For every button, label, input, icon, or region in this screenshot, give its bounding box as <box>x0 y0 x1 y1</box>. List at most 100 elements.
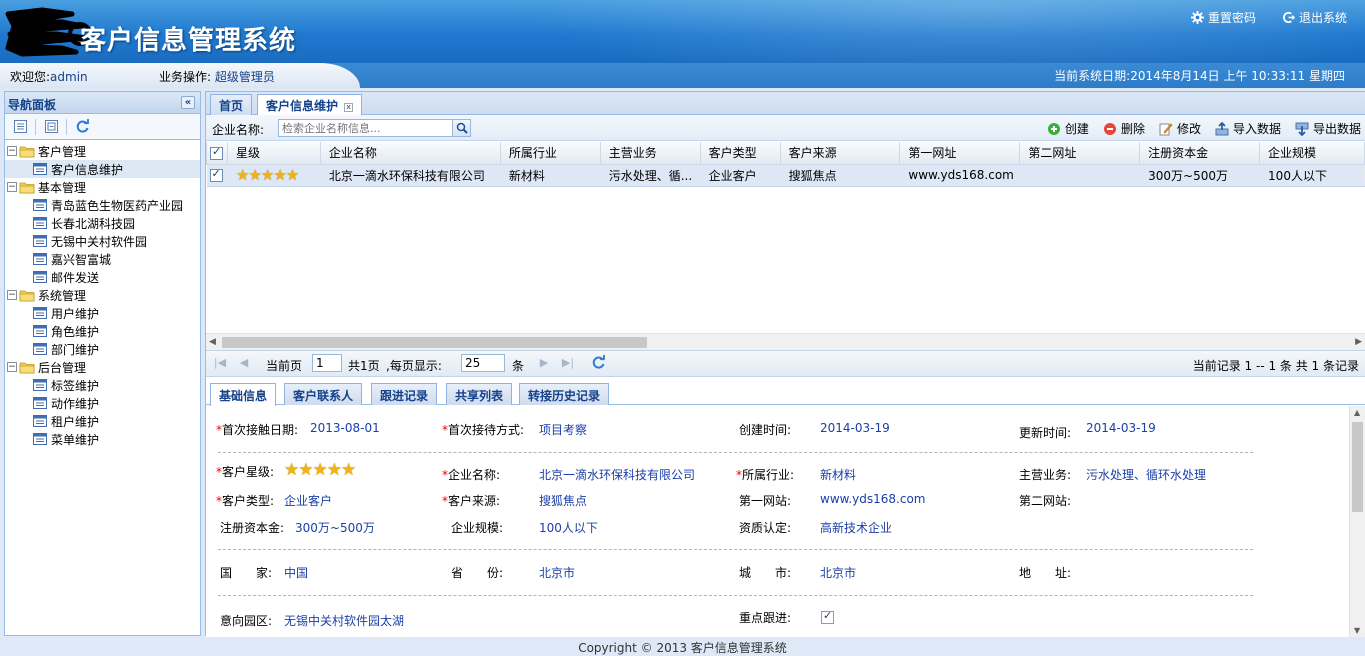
table-row[interactable]: ★★★★★ 北京一滴水环保科技有限公司 新材料 污水处理、循... 企业客户 搜… <box>206 164 1365 187</box>
row-checkbox[interactable] <box>206 164 228 187</box>
last-page-icon[interactable]: ▶| <box>560 356 576 372</box>
previous-page-icon[interactable]: ◀ <box>236 356 252 372</box>
sidebar-item-label: 嘉兴智富城 <box>51 252 112 267</box>
collapse-toggle-icon[interactable]: − <box>7 182 17 192</box>
sidebar-item-label: 青岛蓝色生物医药产业园 <box>51 198 184 213</box>
sidebar-item[interactable]: 动作维护 <box>5 394 200 412</box>
tab-transfer-history[interactable]: 转接历史记录 <box>519 383 610 405</box>
page-icon <box>33 253 47 265</box>
refresh-tree-icon[interactable] <box>73 118 91 136</box>
column-header-url2[interactable]: 第二网址 <box>1019 142 1141 165</box>
customer-type-label: *客户类型: <box>216 494 275 508</box>
column-header-industry[interactable]: 所属行业 <box>499 142 601 165</box>
province-value: 北京市 <box>539 566 576 580</box>
reset-password-button[interactable]: 重置密码 <box>1190 9 1256 26</box>
column-header-company[interactable]: 企业名称 <box>319 142 501 165</box>
sidebar-item[interactable]: 客户信息维护 <box>5 160 200 178</box>
tab-customer-info[interactable]: 客户信息维护 x <box>257 94 363 116</box>
sidebar-item[interactable]: 长春北湖科技园 <box>5 214 200 232</box>
navigation-panel: 导航面板 « − 客户管理 客户信息维护 − 基本管理 青岛蓝色生物医药产业园 长春北湖科技… <box>4 91 201 636</box>
column-header-rating[interactable]: 星级 <box>226 142 321 165</box>
tab-basic-info[interactable]: 基础信息 <box>210 383 277 406</box>
tree-toolbar <box>5 114 200 140</box>
tab-home[interactable]: 首页 <box>210 94 253 115</box>
welcome-text: 欢迎您:admin <box>10 70 88 84</box>
current-page-label: 当前页 <box>266 359 303 373</box>
collapse-toggle-icon[interactable]: − <box>7 362 17 372</box>
park-label: 意向园区: <box>220 614 273 628</box>
sidebar-item[interactable]: 青岛蓝色生物医药产业园 <box>5 196 200 214</box>
import-button[interactable]: 导入数据 <box>1215 120 1281 137</box>
edit-button[interactable]: 修改 <box>1159 120 1201 137</box>
collapse-toggle-icon[interactable]: − <box>7 290 17 300</box>
tab-follow-up[interactable]: 跟进记录 <box>371 383 438 405</box>
tab-contacts[interactable]: 客户联系人 <box>284 383 363 405</box>
sidebar-item[interactable]: 菜单维护 <box>5 430 200 448</box>
logout-button[interactable]: 退出系统 <box>1282 9 1347 26</box>
record-summary: 当前记录 1 -- 1 条 共 1 条记录 <box>1192 359 1359 373</box>
delete-button[interactable]: 删除 <box>1103 120 1145 137</box>
scroll-down-icon[interactable]: ▼ <box>1354 626 1360 635</box>
collapse-toggle-icon[interactable]: − <box>7 146 17 156</box>
sidebar-item[interactable]: 用户维护 <box>5 304 200 322</box>
username: admin <box>50 70 88 84</box>
company-name-value: 北京一滴水环保科技有限公司 <box>539 468 696 482</box>
tree-folder-3[interactable]: − 后台管理 <box>5 358 200 376</box>
scale-value: 100人以下 <box>539 521 598 535</box>
tree-folder-2[interactable]: − 系统管理 <box>5 286 200 304</box>
horizontal-scrollbar[interactable]: ◀ ▶ <box>206 333 1365 350</box>
column-header-scale[interactable]: 企业规模 <box>1259 142 1365 165</box>
tree-folder-0[interactable]: − 客户管理 <box>5 142 200 160</box>
column-header-type[interactable]: 客户类型 <box>699 142 781 165</box>
sidebar-item-label: 租户维护 <box>51 414 100 429</box>
edit-icon <box>1159 123 1173 135</box>
column-header-business[interactable]: 主营业务 <box>599 142 701 165</box>
sidebar-item[interactable]: 无锡中关村软件园 <box>5 232 200 250</box>
column-header-source[interactable]: 客户来源 <box>779 142 901 165</box>
expand-all-icon[interactable] <box>42 118 60 136</box>
search-icon[interactable] <box>452 120 470 136</box>
info-bar: 欢迎您:admin 业务操作: 超级管理员 当前系统日期:2014年8月14日 … <box>0 63 1365 88</box>
sidebar-item[interactable]: 邮件发送 <box>5 268 200 286</box>
scroll-right-icon[interactable]: ▶ <box>1355 337 1362 347</box>
select-all-checkbox[interactable] <box>206 142 228 165</box>
collapse-panel-button[interactable]: « <box>181 96 195 109</box>
column-header-url1[interactable]: 第一网址 <box>899 142 1021 165</box>
section-divider <box>218 452 1253 453</box>
system-date: 当前系统日期:2014年8月14日 上午 10:33:11 星期四 <box>1054 69 1345 83</box>
tree-folder-label: 系统管理 <box>38 288 87 303</box>
country-value: 中国 <box>284 566 309 580</box>
tree-folder-label: 客户管理 <box>38 144 87 159</box>
key-follow-checkbox[interactable] <box>821 609 834 624</box>
first-page-icon[interactable]: |◀ <box>212 356 228 372</box>
scroll-left-icon[interactable]: ◀ <box>209 337 216 347</box>
minus-circle-icon <box>1103 122 1116 135</box>
pagination-bar: |◀ ◀ 当前页 共1页 ,每页显示: 条 ▶ ▶| 当前记录 1 -- 1 条… <box>206 350 1365 377</box>
create-button[interactable]: 创建 <box>1047 120 1089 137</box>
close-tab-icon[interactable]: x <box>344 103 354 112</box>
vertical-scroll-thumb[interactable] <box>1352 422 1363 512</box>
sidebar-item[interactable]: 租户维护 <box>5 412 200 430</box>
export-button[interactable]: 导出数据 <box>1295 120 1361 137</box>
first-contact-method-value: 项目考察 <box>539 423 588 437</box>
next-page-icon[interactable]: ▶ <box>536 356 552 372</box>
page-number-input[interactable] <box>312 354 342 372</box>
reset-password-label: 重置密码 <box>1207 11 1256 25</box>
per-page-unit: 条 <box>512 359 525 373</box>
company-search-input[interactable] <box>279 120 451 136</box>
collapse-all-icon[interactable] <box>11 118 29 136</box>
scroll-thumb[interactable] <box>222 337 647 348</box>
scroll-up-icon[interactable]: ▲ <box>1354 408 1360 417</box>
tab-share-list[interactable]: 共享列表 <box>446 383 513 405</box>
capital-label: 注册资本金: <box>220 521 285 535</box>
refresh-icon[interactable] <box>590 355 606 371</box>
sidebar-item[interactable]: 标签维护 <box>5 376 200 394</box>
sidebar-item[interactable]: 角色维护 <box>5 322 200 340</box>
sidebar-item[interactable]: 部门维护 <box>5 340 200 358</box>
tree-folder-1[interactable]: − 基本管理 <box>5 178 200 196</box>
vertical-scrollbar[interactable]: ▲ ▼ <box>1349 406 1365 637</box>
per-page-input[interactable] <box>461 354 505 372</box>
park-value: 无锡中关村软件园太湖 <box>284 614 405 628</box>
sidebar-item[interactable]: 嘉兴智富城 <box>5 250 200 268</box>
column-header-capital[interactable]: 注册资本金 <box>1139 142 1261 165</box>
